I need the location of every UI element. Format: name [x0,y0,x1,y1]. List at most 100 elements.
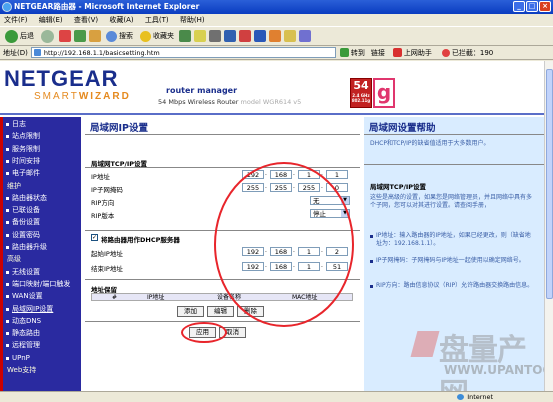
folder-icon[interactable] [284,30,296,42]
menu-bar: 文件(F) 编辑(E) 查看(V) 收藏(A) 工具(T) 帮助(H) [0,14,553,26]
stop-icon[interactable] [59,30,71,42]
sidebar-section-header: 维护 [7,181,21,190]
help-intro: DHCP和TCP/IP的缺省值适用于大多数用户。 [370,140,490,147]
bullet-icon [6,246,9,249]
refresh-icon[interactable] [74,30,86,42]
bullet-icon [6,282,9,286]
g-badge: g [373,78,395,108]
links-label[interactable]: 链接 [371,48,385,58]
bullet-icon [6,356,9,360]
menu-help[interactable]: 帮助(H) [180,16,205,24]
tools-icon[interactable] [299,30,311,42]
bullet-icon [6,196,9,200]
sidebar-item[interactable]: 端口映射/端口触发 [3,279,70,290]
help-subtitle: 局域网TCP/IP设置 [370,183,427,191]
scrollbar-thumb[interactable] [546,69,553,299]
forward-arrow-icon [41,29,54,43]
router-subtitle: 54 Mbps Wireless Router model WGR614 v5 [158,98,301,106]
sidebar-item[interactable]: 路由器升级 [3,242,47,253]
rip-version-label: RIP版本 [91,212,115,220]
apply-highlight-ellipse [181,322,227,343]
discuss-icon[interactable] [239,30,251,42]
go-button[interactable]: 转到 [339,48,365,58]
bullet-icon [6,307,9,311]
bullet-icon [6,135,9,139]
sidebar: 日志 站点限制 服务限制 时间安排 电子邮件 维护 路由器状态 已联设备 备份设置 设置密码 路由器… [0,117,81,391]
bullet-icon [6,147,9,151]
maximize-button[interactable]: □ [526,1,538,12]
window-title: NETGEAR路由器 - Microsoft Internet Explorer [14,2,200,11]
help-panel: 局域网设置帮助 DHCP和TCP/IP的缺省值适用于大多数用户。 局域网TCP/… [364,117,544,391]
history-icon[interactable] [179,30,191,42]
mail-icon[interactable] [194,30,206,42]
messenger-icon[interactable] [254,30,266,42]
window-titlebar: NETGEAR路由器 - Microsoft Internet Explorer… [0,0,553,14]
dhcp-label: 将路由器用作DHCP服务器 [101,236,180,244]
col-index: # [112,294,118,301]
bullet-icon [6,332,9,336]
bullet-icon [6,344,9,348]
help-paragraph: 这些是高级的设置，如果您是网络管理员，并且网络中具有多个子网，您可以对其进行设置… [370,194,533,209]
wizard-text: WIZARD [78,91,131,102]
blocked-label: 已拦截：190 [451,48,494,57]
menu-view[interactable]: 查看(V) [74,16,98,24]
vertical-scrollbar[interactable] [544,61,553,391]
divider [85,167,360,168]
bullet-icon [6,221,9,225]
sidebar-section-header: 高级 [7,255,21,264]
watermark-logo [410,331,440,357]
menu-tools[interactable]: 工具(T) [145,16,169,24]
help-title: 局域网设置帮助 [369,123,436,134]
ip-octet-4[interactable]: 1 [326,170,348,179]
close-button[interactable]: × [539,1,551,12]
minimize-button[interactable]: _ [513,1,525,12]
edit-icon[interactable] [224,30,236,42]
home-icon[interactable] [89,30,101,42]
address-input[interactable]: http://192.168.1.1/basicsetting.htm [30,47,336,58]
lan-setup-form: 局域网IP设置 局域网TCP/IP设置 IP地址 192 . 168 . 1 .… [85,117,360,391]
smartwizard-logo: SMARTWIZARD [34,91,131,102]
help-bullet-rip: RIP方向：路由信息协议（RIP）允许路由器交换路由信息。 [370,282,536,290]
print-icon[interactable] [209,30,221,42]
start-ip-label: 起始IP地址 [91,250,123,258]
sidebar-item[interactable]: 路由器状态 [3,193,47,204]
bullet-icon [6,295,9,299]
watermark-url: WWW.UPANTOOL.COM [444,363,544,377]
watermark-text: 盘量产网 [439,334,527,391]
router-speed: 54 Mbps Wireless Router [158,98,239,106]
smart-text: SMART [34,91,79,102]
badge-freq: 2.4 GHz 802.11g [351,93,371,103]
forward-button[interactable] [39,28,56,44]
dhcp-checkbox[interactable]: ✓ [91,234,98,241]
divider [85,134,360,135]
favorites-button[interactable]: 收藏夹 [138,28,176,44]
help-bullet-mask: IP子网掩码：子网掩码与IP地址一起使用以确定网络号。 [370,257,536,265]
page-content: NETGEAR SMARTWIZARD router manager 54 Mb… [0,61,544,391]
ie-icon [2,2,12,12]
menu-favorites[interactable]: 收藏(A) [109,16,133,24]
bullet-icon [6,123,9,126]
sidebar-item[interactable]: 局域网IP设置 [3,304,53,315]
menu-edit[interactable]: 编辑(E) [39,16,63,24]
search-icon [106,30,117,42]
back-label: 后退 [20,32,34,40]
rip-direction-label: RIP方向 [91,199,115,207]
bullet-icon [6,270,9,274]
router-manager-title: router manager [166,86,238,95]
divider [364,134,544,135]
toolbar: 后退 搜索 收藏夹 [0,26,553,46]
blocked-popups[interactable]: 已拦截：190 [441,48,494,58]
online-help-button[interactable]: 上网助手 [392,48,432,58]
research-icon[interactable] [269,30,281,42]
ip-label: IP地址 [91,173,110,181]
favorites-label: 收藏夹 [153,32,174,40]
edit-button[interactable]: 编辑 [207,306,234,317]
add-button[interactable]: 添加 [177,306,204,317]
online-help-label: 上网助手 [403,48,432,57]
address-label: 地址(D) [3,48,28,57]
back-button[interactable]: 后退 [3,28,36,44]
netgear-logo: NETGEAR [4,66,119,91]
menu-file[interactable]: 文件(F) [4,16,28,24]
go-label: 转到 [350,48,365,57]
search-button[interactable]: 搜索 [104,28,135,44]
